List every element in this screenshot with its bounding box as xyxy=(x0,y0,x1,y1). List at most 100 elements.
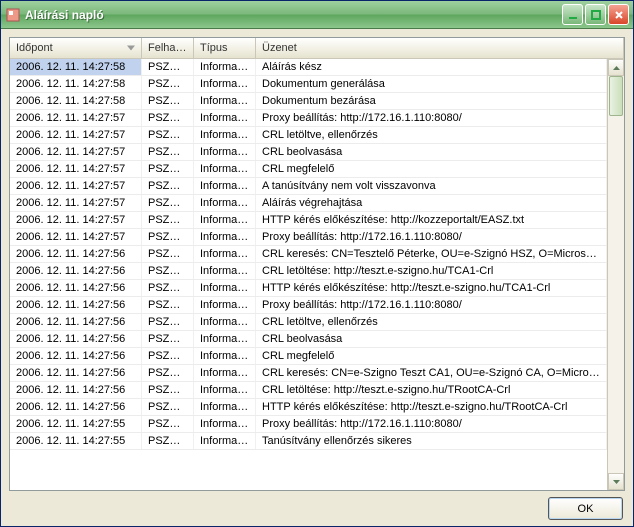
cell-time: 2006. 12. 11. 14:27:56 xyxy=(10,399,142,415)
table-row[interactable]: 2006. 12. 11. 14:27:56PSZAF...Informatio… xyxy=(10,280,607,297)
cell-message: Aláírás kész xyxy=(256,59,607,75)
cell-user: PSZAF... xyxy=(142,348,194,364)
table-row[interactable]: 2006. 12. 11. 14:27:58PSZAF...Informatio… xyxy=(10,93,607,110)
cell-time: 2006. 12. 11. 14:27:58 xyxy=(10,76,142,92)
cell-time: 2006. 12. 11. 14:27:56 xyxy=(10,382,142,398)
table-row[interactable]: 2006. 12. 11. 14:27:56PSZAF...Informatio… xyxy=(10,263,607,280)
window: Aláírási napló Időpont Felhaszn Típus Üz… xyxy=(0,0,634,527)
table-row[interactable]: 2006. 12. 11. 14:27:57PSZAF...Informatio… xyxy=(10,212,607,229)
cell-time: 2006. 12. 11. 14:27:57 xyxy=(10,144,142,160)
cell-message: Dokumentum generálása xyxy=(256,76,607,92)
cell-user: PSZAF... xyxy=(142,195,194,211)
cell-type: Information xyxy=(194,348,256,364)
table-row[interactable]: 2006. 12. 11. 14:27:56PSZAF...Informatio… xyxy=(10,365,607,382)
table-row[interactable]: 2006. 12. 11. 14:27:57PSZAF...Informatio… xyxy=(10,144,607,161)
cell-type: Information xyxy=(194,144,256,160)
scroll-thumb[interactable] xyxy=(609,76,623,116)
table-row[interactable]: 2006. 12. 11. 14:27:57PSZAF...Informatio… xyxy=(10,161,607,178)
table-row[interactable]: 2006. 12. 11. 14:27:56PSZAF...Informatio… xyxy=(10,348,607,365)
table-row[interactable]: 2006. 12. 11. 14:27:56PSZAF...Informatio… xyxy=(10,246,607,263)
cell-type: Information xyxy=(194,416,256,432)
column-header-message[interactable]: Üzenet xyxy=(256,38,624,58)
cell-user: PSZAF... xyxy=(142,365,194,381)
table-row[interactable]: 2006. 12. 11. 14:27:57PSZAF...Informatio… xyxy=(10,229,607,246)
cell-user: PSZAF... xyxy=(142,144,194,160)
listview-rows[interactable]: 2006. 12. 11. 14:27:58PSZAF...Informatio… xyxy=(10,59,607,490)
cell-time: 2006. 12. 11. 14:27:56 xyxy=(10,280,142,296)
table-row[interactable]: 2006. 12. 11. 14:27:56PSZAF...Informatio… xyxy=(10,399,607,416)
cell-time: 2006. 12. 11. 14:27:57 xyxy=(10,110,142,126)
log-listview[interactable]: Időpont Felhaszn Típus Üzenet 2006. 12. … xyxy=(9,37,625,491)
cell-time: 2006. 12. 11. 14:27:57 xyxy=(10,212,142,228)
cell-user: PSZAF... xyxy=(142,280,194,296)
cell-user: PSZAF... xyxy=(142,399,194,415)
cell-time: 2006. 12. 11. 14:27:57 xyxy=(10,229,142,245)
cell-time: 2006. 12. 11. 14:27:58 xyxy=(10,93,142,109)
cell-user: PSZAF... xyxy=(142,246,194,262)
table-row[interactable]: 2006. 12. 11. 14:27:56PSZAF...Informatio… xyxy=(10,331,607,348)
table-row[interactable]: 2006. 12. 11. 14:27:56PSZAF...Informatio… xyxy=(10,382,607,399)
cell-user: PSZAF... xyxy=(142,178,194,194)
cell-message: CRL keresés: CN=Tesztelő Péterke, OU=e-S… xyxy=(256,246,607,262)
table-row[interactable]: 2006. 12. 11. 14:27:56PSZAF...Informatio… xyxy=(10,297,607,314)
cell-message: A tanúsítvány nem volt visszavonva xyxy=(256,178,607,194)
cell-type: Information xyxy=(194,246,256,262)
column-header-type[interactable]: Típus xyxy=(194,38,256,58)
cell-type: Information xyxy=(194,195,256,211)
ok-button[interactable]: OK xyxy=(548,497,623,520)
column-header-user[interactable]: Felhaszn xyxy=(142,38,194,58)
cell-message: CRL beolvasása xyxy=(256,331,607,347)
cell-user: PSZAF... xyxy=(142,331,194,347)
table-row[interactable]: 2006. 12. 11. 14:27:57PSZAF...Informatio… xyxy=(10,195,607,212)
vertical-scrollbar[interactable] xyxy=(607,59,624,490)
cell-time: 2006. 12. 11. 14:27:57 xyxy=(10,127,142,143)
cell-type: Information xyxy=(194,212,256,228)
maximize-button[interactable] xyxy=(585,4,606,25)
cell-type: Information xyxy=(194,127,256,143)
cell-message: Proxy beállítás: http://172.16.1.110:808… xyxy=(256,229,607,245)
table-row[interactable]: 2006. 12. 11. 14:27:57PSZAF...Informatio… xyxy=(10,127,607,144)
cell-user: PSZAF... xyxy=(142,127,194,143)
scroll-track[interactable] xyxy=(608,76,624,473)
close-button[interactable] xyxy=(608,4,629,25)
cell-user: PSZAF... xyxy=(142,110,194,126)
cell-time: 2006. 12. 11. 14:27:56 xyxy=(10,263,142,279)
cell-type: Information xyxy=(194,229,256,245)
table-row[interactable]: 2006. 12. 11. 14:27:58PSZAF...Informatio… xyxy=(10,76,607,93)
cell-type: Information xyxy=(194,382,256,398)
cell-type: Information xyxy=(194,161,256,177)
cell-user: PSZAF... xyxy=(142,76,194,92)
cell-user: PSZAF... xyxy=(142,59,194,75)
cell-message: Aláírás végrehajtása xyxy=(256,195,607,211)
cell-type: Information xyxy=(194,297,256,313)
cell-time: 2006. 12. 11. 14:27:57 xyxy=(10,195,142,211)
listview-header[interactable]: Időpont Felhaszn Típus Üzenet xyxy=(10,38,624,59)
cell-user: PSZAF... xyxy=(142,297,194,313)
cell-message: CRL letöltése: http://teszt.e-szigno.hu/… xyxy=(256,263,607,279)
window-title: Aláírási napló xyxy=(25,8,562,22)
cell-time: 2006. 12. 11. 14:27:56 xyxy=(10,314,142,330)
table-row[interactable]: 2006. 12. 11. 14:27:56PSZAF...Informatio… xyxy=(10,314,607,331)
client-area: Időpont Felhaszn Típus Üzenet 2006. 12. … xyxy=(1,29,633,526)
table-row[interactable]: 2006. 12. 11. 14:27:57PSZAF...Informatio… xyxy=(10,110,607,127)
titlebar[interactable]: Aláírási napló xyxy=(1,1,633,29)
cell-time: 2006. 12. 11. 14:27:58 xyxy=(10,59,142,75)
column-header-time[interactable]: Időpont xyxy=(10,38,142,58)
cell-user: PSZAF... xyxy=(142,229,194,245)
table-row[interactable]: 2006. 12. 11. 14:27:58PSZAF...Informatio… xyxy=(10,59,607,76)
table-row[interactable]: 2006. 12. 11. 14:27:55PSZAF...Informatio… xyxy=(10,433,607,450)
minimize-button[interactable] xyxy=(562,4,583,25)
app-icon xyxy=(5,7,21,23)
table-row[interactable]: 2006. 12. 11. 14:27:55PSZAF...Informatio… xyxy=(10,416,607,433)
cell-type: Information xyxy=(194,59,256,75)
scroll-down-button[interactable] xyxy=(608,473,624,490)
table-row[interactable]: 2006. 12. 11. 14:27:57PSZAF...Informatio… xyxy=(10,178,607,195)
cell-message: HTTP kérés előkészítése: http://teszt.e-… xyxy=(256,280,607,296)
cell-message: CRL keresés: CN=e-Szigno Teszt CA1, OU=e… xyxy=(256,365,607,381)
cell-type: Information xyxy=(194,110,256,126)
cell-time: 2006. 12. 11. 14:27:56 xyxy=(10,348,142,364)
cell-user: PSZAF... xyxy=(142,93,194,109)
bottom-bar: OK xyxy=(9,491,625,520)
cell-type: Information xyxy=(194,178,256,194)
scroll-up-button[interactable] xyxy=(608,59,624,76)
